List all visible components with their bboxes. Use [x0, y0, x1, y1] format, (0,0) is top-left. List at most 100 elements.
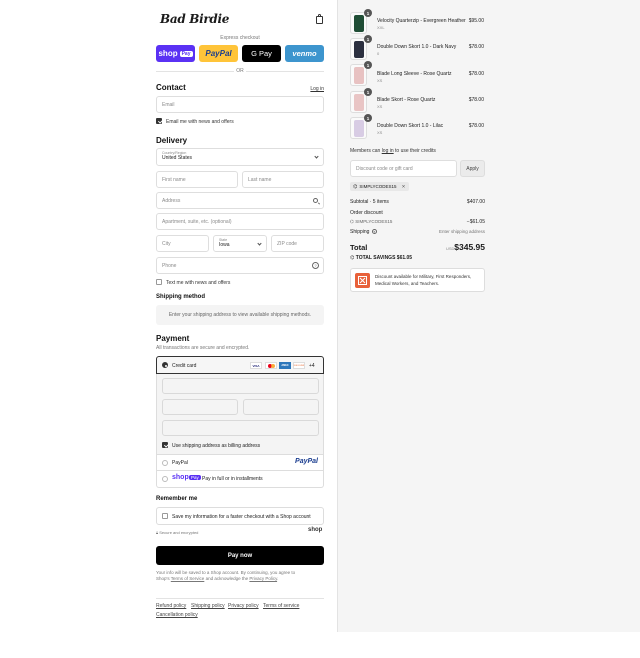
- payment-heading: Payment: [156, 334, 190, 343]
- product-name: Blade Skort - Rose Quartz: [377, 97, 436, 103]
- shop-terms-link[interactable]: Terms of Service: [171, 576, 205, 581]
- product-image: [354, 67, 364, 84]
- brand-logo[interactable]: Bad Birdie: [160, 12, 229, 26]
- address-field[interactable]: Address: [156, 192, 324, 209]
- product-variant: 0: [377, 51, 380, 56]
- or-divider-left: [156, 71, 234, 72]
- payment-subtitle: All transactions are secure and encrypte…: [156, 345, 250, 351]
- tag-icon: ⌬: [353, 183, 358, 190]
- more-cards-count: +4: [309, 363, 315, 369]
- apply-discount-button[interactable]: Apply: [460, 160, 485, 177]
- secure-encrypted-note: 🔒︎ Secure and encrypted: [156, 530, 198, 535]
- cart-bag-icon[interactable]: [316, 14, 323, 24]
- subtotal-label: Subtotal · 5 items: [350, 199, 389, 205]
- paypal-option[interactable]: PayPal PayPal: [156, 455, 324, 471]
- shoppay-express-button[interactable]: shop Pay: [156, 45, 195, 62]
- card-name-field[interactable]: [162, 420, 319, 436]
- quantity-badge: 1: [364, 61, 372, 69]
- state-select[interactable]: State Iowa: [213, 235, 267, 252]
- card-expiry-field[interactable]: [162, 399, 238, 415]
- checkout-form-panel: Bad Birdie Express checkout shop Pay Pay…: [0, 0, 337, 632]
- legal-end-text: .: [277, 576, 279, 581]
- promo-text: Discount available for Military, First R…: [375, 274, 472, 286]
- text-news-label: Text me with news and offers: [166, 280, 231, 286]
- paypal-express-button[interactable]: PayPal: [199, 45, 238, 62]
- order-summary-panel: 1 Velocity Quarterzip - Evergreen Heathe…: [337, 0, 640, 632]
- paypal-label: PayPal: [172, 460, 188, 466]
- quantity-badge: 1: [364, 88, 372, 96]
- card-cvc-field[interactable]: [243, 399, 319, 415]
- gpay-express-button[interactable]: G Pay: [242, 45, 281, 62]
- quantity-badge: 1: [364, 9, 372, 17]
- members-login-link[interactable]: log in: [382, 148, 394, 154]
- subtotal-value: $407.00: [466, 199, 485, 205]
- product-image: [354, 15, 364, 32]
- shoppay-logo: shop: [158, 49, 178, 58]
- order-discount-value: −$61.05: [466, 219, 485, 225]
- product-name: Blade Long Sleeve - Rose Quartz: [377, 71, 452, 77]
- billing-address-checkbox[interactable]: [162, 442, 168, 448]
- card-number-field[interactable]: [162, 378, 319, 394]
- country-select[interactable]: Country/Region United States: [156, 148, 324, 166]
- shoppay-badge: Pay: [189, 475, 201, 480]
- discover-icon: DISCOVER: [293, 362, 305, 369]
- phone-placeholder: Phone: [162, 262, 177, 269]
- remember-me-box: Save my information for a faster checkou…: [156, 507, 324, 525]
- zip-field[interactable]: ZIP code: [271, 235, 324, 252]
- help-icon[interactable]: ?: [371, 229, 377, 234]
- promo-banner[interactable]: Discount available for Military, First R…: [350, 268, 485, 292]
- email-news-label: Email me with news and offers: [166, 119, 234, 125]
- members-credit-note: Members can log in to use their credits: [350, 148, 436, 154]
- city-field[interactable]: City: [156, 235, 209, 252]
- paypal-radio[interactable]: [162, 460, 168, 466]
- email-field[interactable]: Email: [156, 96, 324, 113]
- help-icon[interactable]: ?: [312, 262, 319, 269]
- privacy-policy-link[interactable]: Privacy policy: [228, 603, 259, 609]
- shoppay-radio[interactable]: [162, 476, 168, 482]
- legal-shop-text: Shop's: [156, 576, 170, 581]
- first-name-field[interactable]: First name: [156, 171, 238, 188]
- remember-me-label: Save my information for a faster checkou…: [172, 514, 311, 520]
- shipping-policy-link[interactable]: Shipping policy: [191, 603, 225, 609]
- phone-field[interactable]: Phone ?: [156, 257, 324, 274]
- apartment-field[interactable]: Apartment, suite, etc. (optional): [156, 213, 324, 230]
- terms-of-service-link[interactable]: Terms of service: [263, 603, 299, 609]
- product-price: $78.00: [468, 44, 484, 50]
- remember-me-checkbox[interactable]: [162, 513, 168, 519]
- pay-now-button[interactable]: Pay now: [156, 546, 324, 565]
- shipping-method-info: Enter your shipping address to view avai…: [156, 305, 324, 325]
- legal-line-2: Shop's Terms of Service and acknowledge …: [156, 576, 278, 581]
- refund-policy-link[interactable]: Refund policy: [156, 603, 186, 609]
- delivery-heading: Delivery: [156, 136, 188, 145]
- product-image: [354, 41, 364, 58]
- discount-tag-code: SIMPLYCODES15: [359, 184, 397, 189]
- text-news-checkbox[interactable]: [156, 279, 162, 285]
- or-divider-right: [246, 71, 324, 72]
- shoppay-logo: shop: [172, 474, 189, 481]
- remove-discount-icon[interactable]: ✕: [402, 184, 406, 190]
- last-name-field[interactable]: Last name: [242, 171, 324, 188]
- secure-text: Secure and encrypted: [159, 530, 199, 535]
- product-price: $95.00: [468, 18, 484, 24]
- shipping-value: Enter shipping address: [438, 229, 485, 234]
- total-savings-label: TOTAL SAVINGS: [355, 255, 396, 261]
- product-image: [354, 94, 364, 111]
- product-price: $78.00: [468, 97, 484, 103]
- shop-privacy-link[interactable]: Privacy Policy: [249, 576, 277, 581]
- venmo-express-button[interactable]: venmo: [285, 45, 324, 62]
- shop-logo: shop: [308, 527, 323, 533]
- credit-card-radio[interactable]: [162, 362, 168, 368]
- discount-code-field[interactable]: Discount code or gift card: [350, 160, 457, 177]
- discount-tag: ⌬ SIMPLYCODES15 ✕: [350, 182, 410, 191]
- email-news-checkbox[interactable]: [156, 118, 162, 124]
- login-link[interactable]: Log in: [300, 86, 324, 92]
- shoppay-option[interactable]: shop Pay Pay in full or in installments: [156, 471, 324, 488]
- shipping-label-text: Shipping: [350, 229, 370, 235]
- cancellation-policy-link[interactable]: Cancellation policy: [156, 612, 198, 618]
- credit-card-option[interactable]: Credit card VISA AMEX DISCOVER +4: [156, 356, 324, 374]
- order-discount-code: ⌬ SIMPLYCODES15: [350, 219, 392, 225]
- contact-heading: Contact: [156, 83, 186, 92]
- address-placeholder: Address: [162, 197, 181, 204]
- promo-icon: [355, 273, 370, 288]
- credit-card-fields-panel: Use shipping address as billing address: [156, 374, 324, 455]
